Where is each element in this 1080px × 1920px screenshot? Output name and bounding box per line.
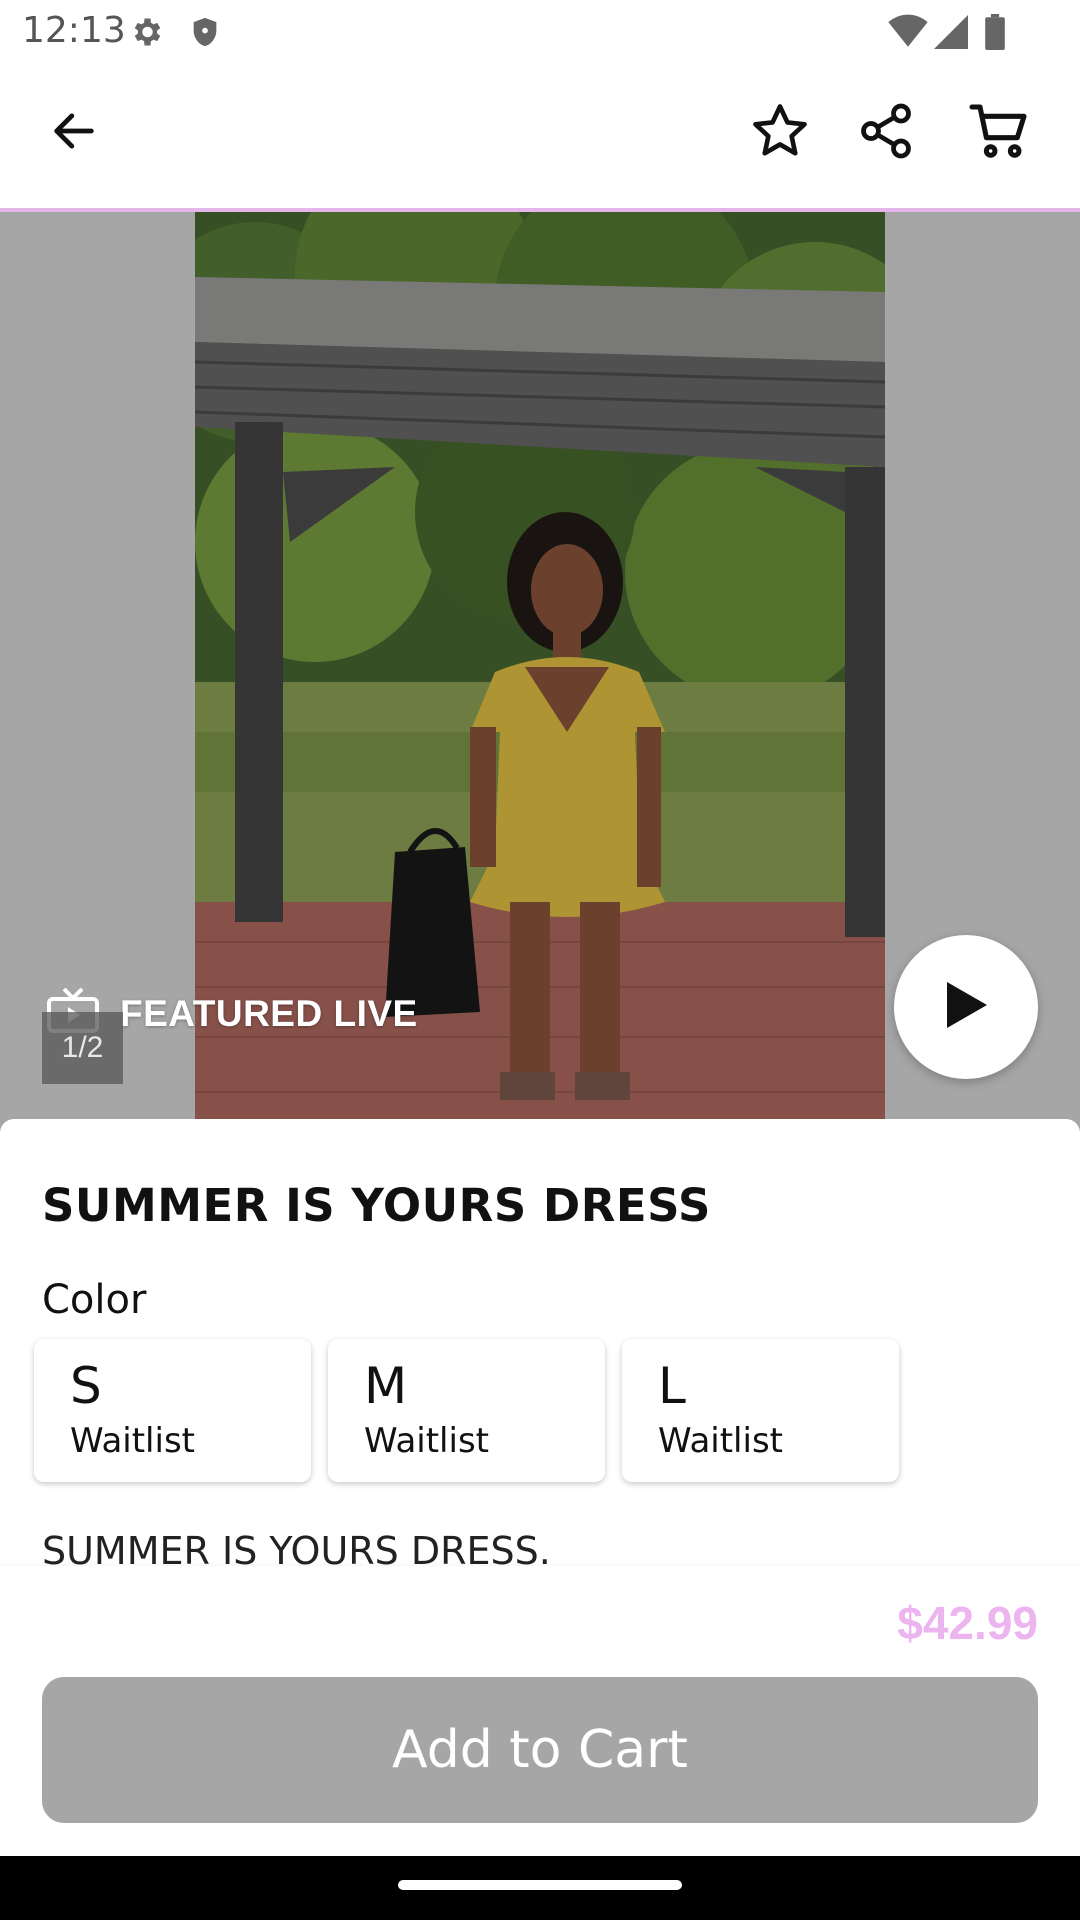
play-icon — [943, 980, 989, 1035]
home-indicator[interactable] — [398, 1880, 682, 1890]
product-details-sheet: SUMMER IS YOURS DRESS Color S Waitlist M… — [0, 1119, 1080, 1569]
status-bar: 12:13 — [0, 0, 1080, 63]
share-icon — [856, 101, 916, 166]
add-to-cart-button[interactable]: Add to Cart — [42, 1677, 1038, 1823]
size-name: M — [364, 1357, 408, 1415]
play-video-button[interactable] — [894, 935, 1038, 1079]
option-label: Color — [42, 1277, 147, 1323]
size-status: Waitlist — [70, 1421, 195, 1461]
signal-icon — [934, 14, 968, 55]
back-button[interactable] — [34, 93, 114, 173]
gear-icon — [128, 14, 164, 55]
featured-live-label: FEATURED LIVE — [120, 992, 418, 1034]
cart-icon — [968, 99, 1032, 168]
size-option-l[interactable]: L Waitlist — [622, 1339, 899, 1482]
status-time: 12:13 — [22, 10, 126, 51]
star-icon — [749, 100, 811, 167]
size-option-s[interactable]: S Waitlist — [34, 1339, 311, 1482]
favorite-button[interactable] — [740, 93, 820, 173]
shield-icon — [188, 14, 222, 55]
purchase-footer: $42.99 Add to Cart — [0, 1566, 1080, 1856]
size-name: S — [70, 1357, 102, 1415]
share-button[interactable] — [846, 93, 926, 173]
size-name: L — [658, 1357, 686, 1415]
size-option-m[interactable]: M Waitlist — [328, 1339, 605, 1482]
cart-button[interactable] — [960, 93, 1040, 173]
size-status: Waitlist — [364, 1421, 489, 1461]
wifi-icon — [888, 14, 928, 55]
product-title: SUMMER IS YOURS DRESS — [42, 1179, 711, 1232]
back-arrow-icon — [48, 105, 100, 162]
image-counter: 1/2 — [42, 1012, 123, 1084]
product-description: SUMMER IS YOURS DRESS. — [42, 1529, 551, 1569]
price: $42.99 — [897, 1597, 1038, 1649]
size-status: Waitlist — [658, 1421, 783, 1461]
battery-icon — [984, 14, 1006, 55]
top-app-bar — [0, 63, 1080, 210]
system-navigation-bar — [0, 1856, 1080, 1920]
